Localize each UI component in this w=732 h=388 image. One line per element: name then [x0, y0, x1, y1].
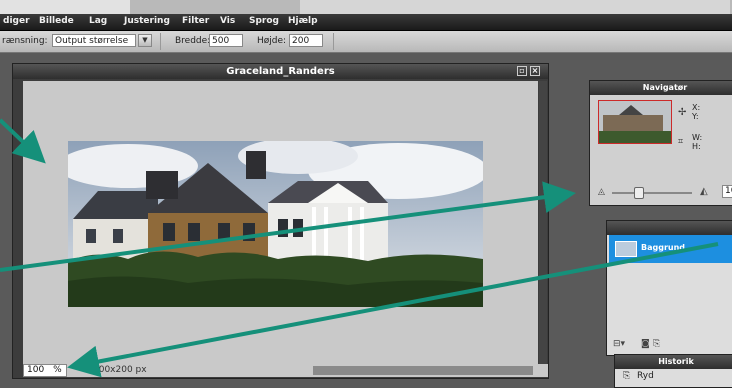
zoom-in-icon[interactable]: ◭ [700, 186, 708, 197]
layer-thumbnail [615, 241, 637, 257]
height-label: Højde: [257, 36, 287, 46]
top-strip-block [0, 0, 130, 14]
image-graceland-house [68, 141, 483, 307]
menu-item-sprog[interactable]: Sprog [249, 16, 279, 26]
history-item-icon: ⎘ [623, 371, 631, 381]
move-icon: ✢ [678, 107, 687, 118]
document-title-bar[interactable]: Graceland_Randers ▫ × [13, 64, 548, 79]
menu-item-lag[interactable]: Lag [89, 16, 107, 26]
h-label: H: [692, 142, 701, 151]
history-title[interactable]: Historik [615, 355, 732, 369]
menu-item-filter[interactable]: Filter [182, 16, 209, 26]
zoom-slider-thumb[interactable] [634, 187, 644, 199]
zoom-value: 100 [27, 365, 45, 375]
document-window: Graceland_Randers ▫ × 100 % 500x200 px [12, 63, 549, 379]
menu-item-vis[interactable]: Vis [220, 16, 235, 26]
navigator-thumbnail[interactable] [598, 100, 672, 144]
image-size-label: 500x200 px [93, 365, 147, 375]
menu-item-hjaelp[interactable]: Hjælp [288, 16, 318, 26]
menu-item-rediger[interactable]: diger [3, 16, 30, 26]
top-strip [0, 0, 732, 14]
document-title: Graceland_Randers [226, 66, 335, 77]
zoom-unit: % [53, 365, 62, 375]
y-label: Y: [692, 112, 699, 121]
navigator-title[interactable]: Navigatør [590, 81, 732, 95]
new-layer-icon[interactable]: ⎘ [653, 339, 660, 349]
layers-title[interactable] [607, 221, 732, 235]
vertical-scrollbar[interactable] [539, 81, 547, 364]
constraint-select[interactable]: Output størrelse [52, 34, 136, 47]
history-item[interactable]: Ryd [637, 371, 654, 381]
layer-name: Baggrund [641, 243, 686, 252]
horizontal-scrollbar[interactable] [313, 366, 533, 375]
navigator-zoom-field[interactable]: 10 [722, 185, 732, 198]
maximize-icon[interactable]: ▫ [517, 66, 527, 76]
w-label: W: [692, 133, 703, 142]
navigator-preview [599, 101, 671, 143]
divider [333, 33, 334, 50]
menu-item-justering[interactable]: Justering [124, 16, 170, 26]
x-label: X: [692, 103, 701, 112]
layer-style-icon[interactable]: ⊟▾ [613, 339, 625, 349]
chevron-down-icon[interactable]: ▼ [138, 34, 152, 47]
zoom-out-icon[interactable]: ◬ [598, 187, 605, 197]
menu-item-billede[interactable]: Billede [39, 16, 74, 26]
menu-bar: diger Billede Lag Justering Filter Vis S… [0, 14, 732, 31]
close-icon[interactable]: × [530, 66, 540, 76]
zoom-field[interactable]: 100 % [23, 364, 67, 377]
navigator-panel: Navigatør ✢ X: Y: ⌗ W: H: ◬ ◭ 10 [589, 80, 732, 206]
layers-panel: Baggrund ⊟▾ ◙ ⎘ [606, 220, 732, 356]
constraint-label: rænsning: [2, 36, 48, 46]
width-label: Bredde: [175, 36, 211, 46]
divider [160, 33, 161, 50]
options-bar: rænsning: Output størrelse ▼ Bredde: 500… [0, 31, 732, 53]
height-field[interactable]: 200 [289, 34, 323, 47]
canvas-area[interactable] [23, 81, 538, 364]
top-strip-block [300, 0, 730, 14]
mask-icon[interactable]: ◙ [641, 339, 650, 349]
width-field[interactable]: 500 [209, 34, 243, 47]
crop-icon: ⌗ [678, 137, 684, 147]
zoom-slider-track[interactable] [612, 192, 692, 194]
layer-row[interactable]: Baggrund [609, 235, 732, 263]
house-photo [68, 141, 483, 307]
